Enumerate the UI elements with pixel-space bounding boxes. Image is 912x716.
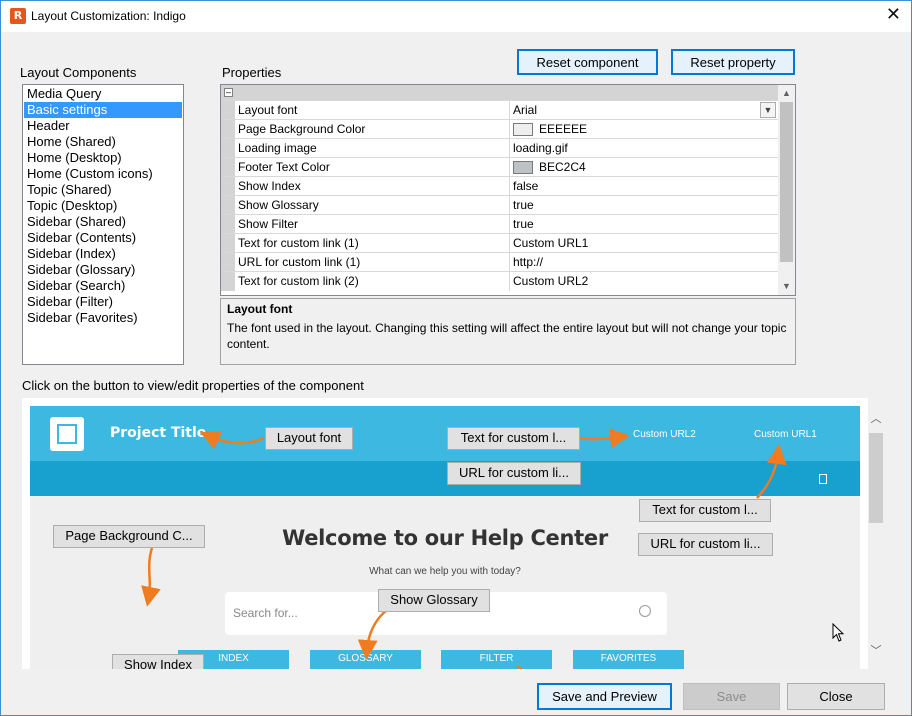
scroll-up-icon[interactable]: ︿	[868, 410, 884, 426]
table-row[interactable]: Show Filter true	[221, 214, 795, 234]
list-item[interactable]: Home (Shared)	[24, 134, 182, 150]
close-button[interactable]: Close	[787, 683, 885, 710]
text-custom-link-2-overlay-button[interactable]: Text for custom l...	[639, 499, 771, 522]
show-index-overlay-button[interactable]: Show Index	[112, 654, 204, 669]
property-value[interactable]: EEEEEE	[510, 120, 778, 139]
search-placeholder: Search for...	[233, 606, 298, 620]
list-item[interactable]: Home (Desktop)	[24, 150, 182, 166]
save-and-preview-button[interactable]: Save and Preview	[537, 683, 672, 710]
table-row[interactable]: Loading image loading.gif	[221, 138, 795, 158]
preview-tab-favorites: FAVORITES	[573, 650, 684, 669]
title-bar: R Layout Customization: Indigo ✕	[1, 1, 911, 32]
property-value[interactable]: true	[510, 215, 778, 234]
table-row[interactable]: Page Background Color EEEEEE	[221, 119, 795, 139]
property-value[interactable]: false	[510, 177, 778, 196]
url-custom-link-1-overlay-button[interactable]: URL for custom li...	[447, 462, 581, 485]
property-value[interactable]: Custom URL2	[510, 272, 778, 291]
close-icon[interactable]: ✕	[886, 4, 901, 25]
table-row[interactable]: Show Glossary true	[221, 195, 795, 215]
preview-header: Project Title Custom URL2 Custom URL1	[30, 406, 860, 461]
collapse-icon[interactable]: –	[224, 88, 233, 97]
scroll-thumb[interactable]	[780, 102, 793, 262]
list-item[interactable]: Topic (Desktop)	[24, 198, 182, 214]
list-item[interactable]: Sidebar (Index)	[24, 246, 182, 262]
list-item[interactable]: Media Query	[24, 86, 182, 102]
properties-grid[interactable]: – Layout font Arial ▼ Page Background Co…	[220, 84, 796, 296]
preview-subheader	[30, 461, 860, 496]
preview-subheading: What can we help you with today?	[369, 566, 521, 577]
list-item-selected[interactable]: Basic settings	[24, 102, 182, 118]
properties-scrollbar[interactable]: ▲ ▼	[778, 85, 795, 295]
table-row[interactable]: Show Index false	[221, 176, 795, 196]
description-text: The font used in the layout. Changing th…	[227, 321, 787, 351]
search-icon	[639, 605, 651, 617]
layout-components-label: Layout Components	[20, 65, 137, 80]
preview-hint-label: Click on the button to view/edit propert…	[22, 378, 364, 393]
scroll-thumb[interactable]	[869, 433, 883, 523]
bookmark-icon	[819, 474, 827, 484]
chevron-down-icon[interactable]: ﹀	[868, 642, 884, 658]
table-row[interactable]: URL for custom link (1) http://	[221, 252, 795, 272]
category-header: –	[221, 85, 795, 100]
property-value[interactable]: http://	[510, 253, 778, 272]
property-name: Text for custom link (1)	[235, 234, 510, 253]
table-row[interactable]: Text for custom link (2) Custom URL2	[221, 271, 795, 291]
preview-tab-glossary: GLOSSARY	[310, 650, 421, 669]
properties-label: Properties	[222, 65, 282, 80]
layout-components-list[interactable]: Media Query Basic settings Header Home (…	[22, 84, 184, 365]
save-button[interactable]: Save	[683, 683, 780, 710]
url-custom-link-2-overlay-button[interactable]: URL for custom li...	[638, 533, 773, 556]
property-description: Layout font The font used in the layout.…	[220, 298, 796, 365]
table-row[interactable]: Text for custom link (1) Custom URL1	[221, 233, 795, 253]
layout-preview: Project Title Custom URL2 Custom URL1 We…	[22, 398, 868, 669]
list-item[interactable]: Header	[24, 118, 182, 134]
list-item[interactable]: Sidebar (Search)	[24, 278, 182, 294]
description-title: Layout font	[227, 302, 293, 316]
app-icon: R	[10, 8, 26, 24]
property-name: Show Index	[235, 177, 510, 196]
property-name: Layout font	[235, 101, 510, 120]
page-background-overlay-button[interactable]: Page Background C...	[53, 525, 205, 548]
color-swatch	[513, 161, 533, 174]
preview-custom-url1: Custom URL1	[754, 429, 817, 440]
list-item[interactable]: Sidebar (Glossary)	[24, 262, 182, 278]
preview-tab-filter: FILTER	[441, 650, 552, 669]
window-title: Layout Customization: Indigo	[31, 9, 186, 23]
reset-component-button[interactable]: Reset component	[517, 49, 658, 75]
list-item[interactable]: Sidebar (Shared)	[24, 214, 182, 230]
scroll-up-icon[interactable]: ▲	[778, 85, 795, 102]
layout-customization-window: R Layout Customization: Indigo ✕ Reset c…	[0, 0, 912, 716]
table-row[interactable]: Footer Text Color BEC2C4	[221, 157, 795, 177]
property-value[interactable]: BEC2C4	[510, 158, 778, 177]
show-glossary-overlay-button[interactable]: Show Glossary	[378, 589, 490, 612]
property-value[interactable]: loading.gif	[510, 139, 778, 158]
reset-property-button[interactable]: Reset property	[671, 49, 795, 75]
list-item[interactable]: Sidebar (Contents)	[24, 230, 182, 246]
list-item[interactable]: Topic (Shared)	[24, 182, 182, 198]
text-custom-link-1-overlay-button[interactable]: Text for custom l...	[447, 427, 580, 450]
color-swatch	[513, 123, 533, 136]
property-name: Footer Text Color	[235, 158, 510, 177]
property-name: URL for custom link (1)	[235, 253, 510, 272]
property-value[interactable]: true	[510, 196, 778, 215]
property-name: Page Background Color	[235, 120, 510, 139]
table-row[interactable]: Layout font Arial ▼	[221, 100, 795, 120]
mouse-cursor-icon	[832, 623, 845, 642]
chevron-down-icon[interactable]: ▼	[760, 102, 776, 118]
preview-project-title: Project Title	[110, 425, 207, 441]
image-logo-icon	[50, 417, 84, 451]
layout-font-overlay-button[interactable]: Layout font	[265, 427, 353, 450]
scroll-down-icon[interactable]: ▼	[778, 278, 795, 295]
list-item[interactable]: Home (Custom icons)	[24, 166, 182, 182]
property-name: Show Glossary	[235, 196, 510, 215]
property-value[interactable]: Custom URL1	[510, 234, 778, 253]
preview-scrollbar[interactable]: ︿ ﹀	[868, 406, 884, 658]
property-value[interactable]: Arial ▼	[510, 101, 778, 120]
list-item[interactable]: Sidebar (Filter)	[24, 294, 182, 310]
property-name: Show Filter	[235, 215, 510, 234]
preview-custom-url2: Custom URL2	[633, 429, 696, 440]
property-name: Text for custom link (2)	[235, 272, 510, 291]
list-item[interactable]: Sidebar (Favorites)	[24, 310, 182, 326]
property-name: Loading image	[235, 139, 510, 158]
